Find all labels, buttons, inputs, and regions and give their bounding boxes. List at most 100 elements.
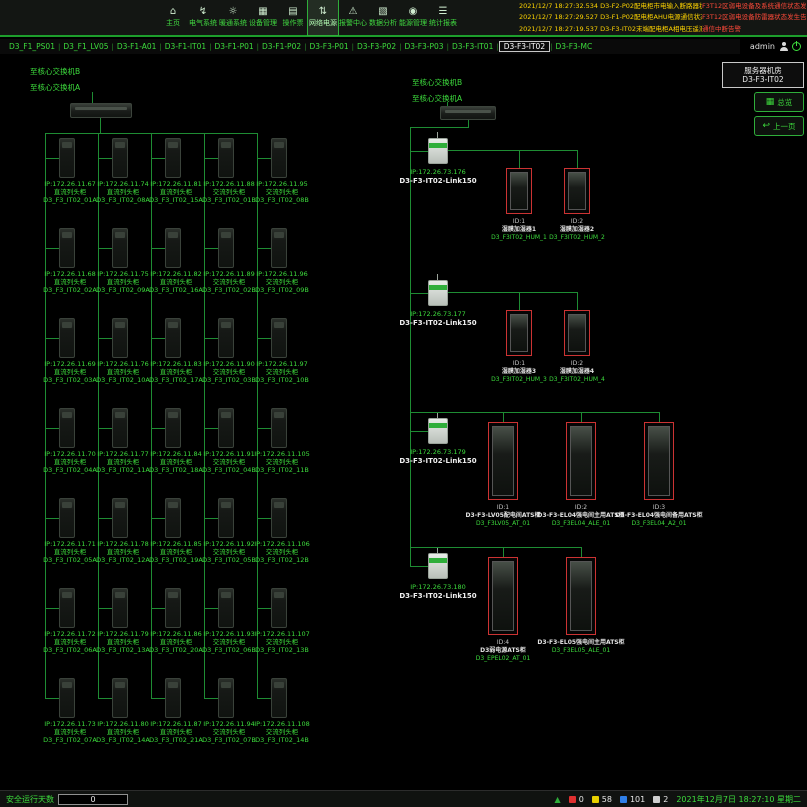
gateway-icon[interactable] <box>428 418 448 444</box>
node-stub-line <box>257 158 271 159</box>
cabinet-node-icon[interactable] <box>112 408 128 448</box>
cabinet-node-icon[interactable] <box>271 408 287 448</box>
device-cabinet-image <box>648 426 670 496</box>
device-box[interactable] <box>564 168 590 214</box>
gateway-icon[interactable] <box>428 138 448 164</box>
cabinet-node-label: IP:172.26.11.74直流列头柜D3_F3_IT02_08A <box>95 180 151 204</box>
node-stub-line <box>45 518 59 519</box>
node-stub-line <box>151 338 165 339</box>
cabinet-node-icon[interactable] <box>59 498 75 538</box>
gateway-icon[interactable] <box>428 553 448 579</box>
gateway-ip: IP:172.26.73.177 <box>398 310 478 318</box>
cabinet-node-icon[interactable] <box>112 588 128 628</box>
node-stub-line <box>204 158 218 159</box>
gateway-icon[interactable] <box>428 280 448 306</box>
critical-icon <box>569 796 576 803</box>
core-switch-right[interactable] <box>440 106 496 120</box>
node-type: 交流列头柜 <box>201 458 257 466</box>
cabinet-node-icon[interactable] <box>165 138 181 178</box>
cabinet-node-icon[interactable] <box>218 498 234 538</box>
cabinet-node-icon[interactable] <box>59 318 75 358</box>
cabinet-node-icon[interactable] <box>271 318 287 358</box>
node-stub-line <box>45 248 59 249</box>
cabinet-node-label: IP:172.26.11.79直流列头柜D3_F3_IT02_13A <box>95 630 151 654</box>
device-box[interactable] <box>488 422 518 500</box>
cabinet-node-icon[interactable] <box>218 318 234 358</box>
switch-drop-line <box>100 118 101 133</box>
cabinet-node-icon[interactable] <box>271 498 287 538</box>
cabinet-node-icon[interactable] <box>112 678 128 718</box>
node-type: 交流列头柜 <box>254 728 310 736</box>
device-box[interactable] <box>488 557 518 635</box>
cabinet-node-icon[interactable] <box>271 228 287 268</box>
node-stub-line <box>151 518 165 519</box>
node-type: 直流列头柜 <box>95 278 151 286</box>
device-id: ID:3 <box>604 504 714 512</box>
cabinet-node-icon[interactable] <box>165 498 181 538</box>
cabinet-node-icon[interactable] <box>165 228 181 268</box>
node-type: 直流列头柜 <box>148 278 204 286</box>
cabinet-node-icon[interactable] <box>218 138 234 178</box>
cabinet-node-icon[interactable] <box>165 588 181 628</box>
back-button[interactable]: ↩ 上一页 <box>754 116 804 136</box>
node-type: 交流列头柜 <box>254 278 310 286</box>
node-stub-line <box>204 338 218 339</box>
cabinet-node-icon[interactable] <box>112 318 128 358</box>
node-stub-line <box>257 698 271 699</box>
node-ip: IP:172.26.11.106 <box>254 540 310 548</box>
node-code: D3_F3_IT02_19A <box>148 556 204 564</box>
cabinet-node-icon[interactable] <box>59 678 75 718</box>
device-box[interactable] <box>506 168 532 214</box>
cabinet-node-icon[interactable] <box>165 678 181 718</box>
cabinet-node-icon[interactable] <box>59 138 75 178</box>
gateway-stub-line <box>410 566 428 567</box>
cabinet-node-icon[interactable] <box>271 678 287 718</box>
cabinet-node-icon[interactable] <box>218 228 234 268</box>
cabinet-node-icon[interactable] <box>59 588 75 628</box>
node-ip: IP:172.26.11.88 <box>201 180 257 188</box>
node-code: D3_F3_IT02_05A <box>42 556 98 564</box>
cabinet-node-icon[interactable] <box>218 408 234 448</box>
overview-icon: ▦ <box>766 97 775 107</box>
cabinet-node-icon[interactable] <box>112 138 128 178</box>
node-type: 直流列头柜 <box>148 368 204 376</box>
device-box[interactable] <box>506 310 532 356</box>
cabinet-node-icon[interactable] <box>112 498 128 538</box>
cabinet-node-icon[interactable] <box>59 408 75 448</box>
node-stub-line <box>98 518 112 519</box>
node-stub-line <box>204 608 218 609</box>
core-switch-left[interactable] <box>70 103 132 118</box>
stage: 至核心交换机B至核心交换机AIP:172.26.11.67直流列头柜D3_F3_… <box>0 0 807 807</box>
device-code: D3_EPEL02_AT_01 <box>448 655 558 663</box>
overview-button[interactable]: ▦ 总览 <box>754 92 804 112</box>
device-name: 湿膜加湿器4 <box>522 368 632 376</box>
device-box[interactable] <box>564 310 590 356</box>
left-uplink-b: 至核心交换机B <box>30 66 80 77</box>
node-type: 交流列头柜 <box>254 458 310 466</box>
node-ip: IP:172.26.11.76 <box>95 360 151 368</box>
node-code: D3_F3_IT02_03A <box>42 376 98 384</box>
cabinet-node-icon[interactable] <box>271 138 287 178</box>
cabinet-node-label: IP:172.26.11.93交流列头柜D3_F3_IT02_06B <box>201 630 257 654</box>
cabinet-node-label: IP:172.26.11.105交流列头柜D3_F3_IT02_11B <box>254 450 310 474</box>
alarm-count-major: 58 <box>592 795 612 804</box>
device-box[interactable] <box>644 422 674 500</box>
device-box[interactable] <box>566 422 596 500</box>
alarm-count-value: 0 <box>579 795 584 804</box>
cabinet-node-icon[interactable] <box>59 228 75 268</box>
cabinet-node-label: IP:172.26.11.75直流列头柜D3_F3_IT02_09A <box>95 270 151 294</box>
cabinet-node-label: IP:172.26.11.80直流列头柜D3_F3_IT02_14A <box>95 720 151 744</box>
cabinet-node-icon[interactable] <box>165 408 181 448</box>
cabinet-node-icon[interactable] <box>271 588 287 628</box>
node-code: D3_F3_IT02_10B <box>254 376 310 384</box>
device-cabinet-image <box>492 426 514 496</box>
cabinet-node-icon[interactable] <box>218 588 234 628</box>
node-stub-line <box>98 608 112 609</box>
device-drop-line <box>577 150 578 168</box>
node-stub-line <box>204 248 218 249</box>
cabinet-node-icon[interactable] <box>165 318 181 358</box>
overview-button-label: 总览 <box>777 97 792 108</box>
cabinet-node-icon[interactable] <box>112 228 128 268</box>
cabinet-node-icon[interactable] <box>218 678 234 718</box>
device-box[interactable] <box>566 557 596 635</box>
